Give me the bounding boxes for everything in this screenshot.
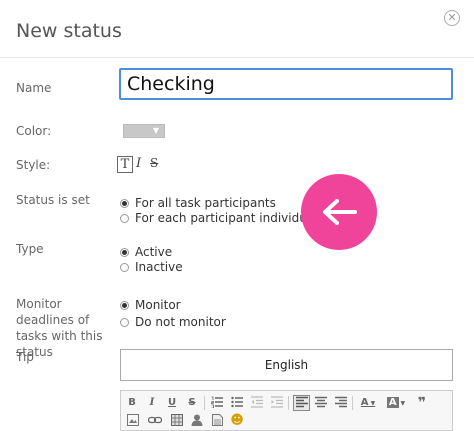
radio-label: Monitor [135, 298, 181, 312]
radio-label: For each participant individually [135, 211, 328, 225]
underline-icon[interactable]: U [166, 396, 178, 410]
new-status-dialog: New status ✕ Name Checking Color: ▼ Styl… [0, 0, 474, 431]
radio-label: Do not monitor [135, 315, 226, 329]
bg-color-glyph: A [386, 397, 399, 408]
radio-all-participants[interactable]: For all task participants [120, 196, 276, 210]
radio-button[interactable] [120, 262, 129, 272]
bg-color-icon[interactable]: A ▼ [385, 396, 407, 410]
chevron-down-icon: ▼ [152, 126, 159, 135]
align-left-icon[interactable] [293, 395, 310, 411]
indent-icon[interactable] [270, 396, 284, 410]
radio-do-not-monitor[interactable]: Do not monitor [120, 315, 226, 329]
header-divider [0, 57, 474, 58]
ordered-list-icon[interactable] [210, 396, 224, 410]
toolbar-divider [352, 396, 353, 410]
bold-icon[interactable]: B [126, 396, 138, 410]
radio-monitor[interactable]: Monitor [120, 298, 181, 312]
radio-label: Active [135, 245, 173, 259]
strike-icon[interactable]: S [186, 396, 198, 410]
status-set-label: Status is set [16, 193, 90, 207]
user-icon[interactable] [190, 414, 204, 428]
link-icon[interactable] [147, 414, 163, 428]
name-label: Name [16, 81, 52, 95]
table-icon[interactable] [170, 414, 184, 428]
arrow-left-button[interactable] [301, 174, 377, 250]
arrow-left-icon [323, 199, 357, 225]
style-normal-button[interactable]: T [117, 156, 133, 173]
radio-button[interactable] [120, 317, 129, 327]
style-strike-button[interactable]: S [150, 156, 158, 171]
text-color-glyph: A [360, 397, 369, 408]
color-label: Color: [16, 124, 52, 138]
radio-button[interactable] [120, 213, 129, 223]
language-button[interactable]: English [120, 349, 453, 381]
tip-label: Tip [16, 350, 34, 364]
radio-active[interactable]: Active [120, 245, 172, 259]
radio-label: Inactive [135, 260, 183, 274]
unordered-list-icon[interactable] [230, 396, 244, 410]
italic-icon[interactable]: I [146, 396, 158, 410]
smiley-icon[interactable]: ☻ [230, 414, 244, 428]
align-center-icon[interactable] [314, 396, 328, 410]
radio-button[interactable] [120, 300, 129, 310]
quote-icon[interactable]: ❞ [415, 396, 429, 410]
radio-button[interactable] [120, 247, 129, 257]
radio-each-participant[interactable]: For each participant individually [120, 211, 328, 225]
type-label: Type [16, 242, 44, 256]
file-icon[interactable] [210, 414, 224, 428]
toolbar-divider [204, 396, 205, 410]
close-icon[interactable]: ✕ [444, 10, 460, 26]
style-italic-button[interactable]: I [136, 156, 141, 171]
dialog-title: New status [16, 20, 122, 42]
image-icon[interactable] [126, 414, 140, 428]
toolbar-divider [288, 396, 289, 410]
radio-inactive[interactable]: Inactive [120, 260, 183, 274]
text-color-icon[interactable]: A ▼ [358, 396, 378, 410]
radio-button[interactable] [120, 198, 129, 208]
radio-label: For all task participants [135, 196, 276, 210]
align-right-icon[interactable] [334, 396, 348, 410]
style-label: Style: [16, 158, 51, 172]
color-select[interactable]: ▼ [123, 124, 165, 138]
outdent-icon[interactable] [250, 396, 264, 410]
name-input[interactable]: Checking [119, 68, 453, 100]
